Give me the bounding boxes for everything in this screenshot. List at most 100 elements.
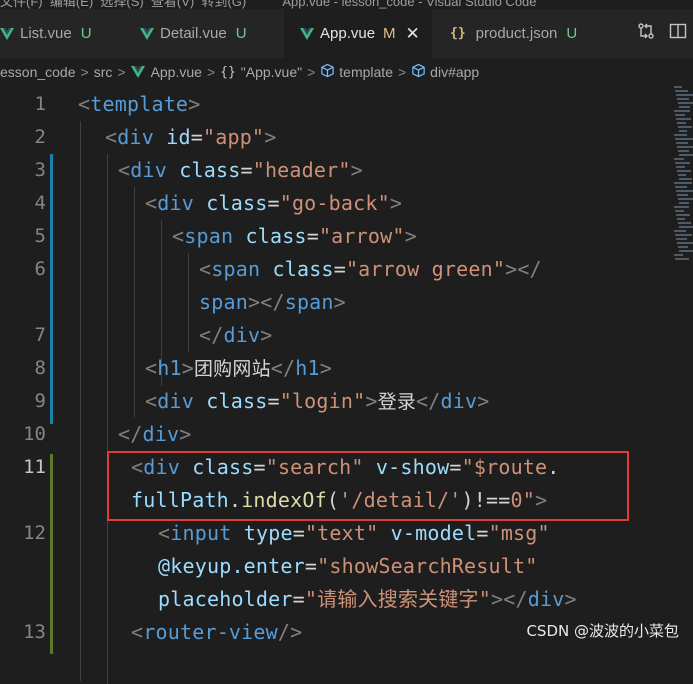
code-token: span [199,290,248,314]
code-token: class [179,158,241,182]
braces-icon: {} [220,64,236,80]
code-line[interactable]: <div class="login">登录</div> [145,385,490,419]
code-token: div [440,389,478,413]
code-token: div [117,125,154,149]
code-token: "header" [252,158,351,182]
breadcrumb-separator: > [80,64,89,80]
minimap-line [676,94,693,96]
code-token: = [240,158,253,182]
code-token: class [272,257,334,281]
tab-label: Detail.vue [160,25,227,42]
code-token: placeholder [158,587,293,611]
minimap-line [678,102,693,104]
code-token: "go-back" [279,191,390,215]
code-token: > [333,290,346,314]
code-line[interactable]: <h1>团购网站</h1> [145,352,332,386]
code-token: type [243,521,293,545]
code-token: < [118,158,131,182]
code-token: h1 [295,356,320,380]
compare-changes-icon[interactable] [637,22,655,45]
breadcrumb: esson_code > src > App.vue > {} "App.vue… [0,58,693,86]
code-line[interactable]: </div> [199,319,272,352]
minimap-line [678,222,691,224]
code-token: input [170,521,232,545]
code-token: < [145,356,158,380]
breadcrumb-item-src[interactable]: src [94,64,113,80]
breadcrumb-label: esson_code [0,64,76,80]
code-token: </ [270,356,296,380]
minimap-line [674,86,682,88]
code-token: < [172,224,185,248]
code-line[interactable]: <div id="app"> [105,121,276,154]
close-tab-icon[interactable]: ✕ [406,24,420,44]
code-line[interactable]: span></span> [199,286,346,319]
minimap[interactable] [668,86,693,276]
code-token: > [477,389,490,413]
breadcrumb-item-template[interactable]: template [320,63,393,81]
code-token: v-model [390,521,477,545]
code-token: > [404,224,417,248]
code-token: div [130,158,167,182]
code-token: = [292,521,305,545]
breadcrumb-separator: > [307,64,316,80]
minimap-line [675,90,688,92]
line-number: 10 [23,423,46,445]
breadcrumb-label: template [339,64,393,80]
line-number: 9 [34,390,46,412]
breadcrumb-label: App.vue [150,64,202,80]
minimap-line [678,174,686,176]
code-token: "showSearchResult" [317,554,538,578]
git-status-badge: U [80,25,92,42]
code-line[interactable]: @keyup.enter="showSearchResult" [158,550,538,583]
line-number: 13 [23,621,46,643]
element-cube-icon [320,63,335,81]
line-number: 1 [34,93,46,115]
breadcrumb-item-element[interactable]: div#app [411,63,479,81]
code-line[interactable]: <template> [78,88,200,121]
minimap-line [678,150,689,152]
breadcrumb-item-folder[interactable]: esson_code [0,64,76,80]
minimap-line [676,118,691,120]
code-token: > [319,356,333,380]
code-token: div [157,389,194,413]
watermark: CSDN @波波的小菜包 [526,622,679,640]
code-token: div [223,323,261,347]
code-line[interactable]: <div class="go-back"> [145,187,402,220]
code-token: > [389,191,403,215]
vue-icon [0,27,14,40]
code-line[interactable]: <input type="text" v-model="msg" [158,517,550,550]
line-number: 8 [34,357,46,379]
tab-product-json[interactable]: {} product.json U [432,9,592,58]
git-change-bar [50,454,53,654]
code-line[interactable]: <span class="arrow"> [172,220,417,253]
code-line[interactable]: placeholder="请输入搜索关键字"></div> [158,583,577,616]
minimap-line [676,238,687,240]
code-token: = [190,125,203,149]
line-number: 12 [23,522,46,544]
code-token: > [564,587,577,611]
breadcrumb-item-file[interactable]: App.vue [130,64,202,80]
breadcrumb-item-module[interactable]: {} "App.vue" [220,64,302,80]
code-line[interactable]: <span class="arrow green"></ [199,253,542,286]
code-line[interactable]: </div> [118,418,191,451]
tab-list-vue[interactable]: List.vue U [0,9,118,58]
code-token: < [131,620,144,644]
code-line[interactable]: <div class="header"> [118,154,363,187]
tab-app-vue[interactable]: App.vue M ✕ [284,9,432,58]
minimap-line [678,198,693,200]
minimap-line [677,98,689,100]
split-editor-icon[interactable] [669,22,687,45]
code-editor[interactable]: 1 2 3 4 5 6 7 8 9 10 11 12 13 <template> <div id="app… [0,86,693,684]
minimap-line [675,138,693,140]
code-token: = [267,191,280,215]
code-line[interactable]: <router-view/> [131,616,302,649]
line-number: 7 [34,324,46,346]
line-number: 6 [34,258,46,280]
title-bar: 文件(F) 编辑(E) 选择(S) 查看(V) 转到(G) App.vue - … [0,0,693,9]
code-token: router-view [143,620,278,644]
tab-detail-vue[interactable]: Detail.vue U [118,9,284,58]
